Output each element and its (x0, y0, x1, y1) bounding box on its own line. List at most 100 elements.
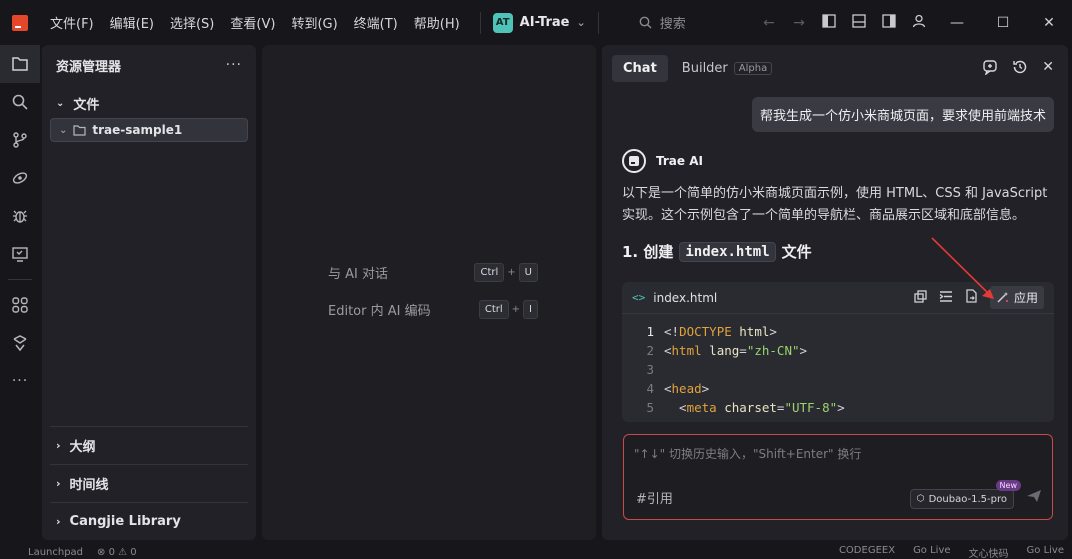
menu-item-3[interactable]: 查看(V) (222, 13, 283, 32)
folder-icon (73, 125, 86, 136)
more-icon[interactable]: ··· (0, 362, 40, 400)
remote-explorer-icon[interactable] (0, 235, 40, 273)
menu-item-6[interactable]: 帮助(H) (406, 13, 468, 32)
hint-ai-chat: 与 AI 对话 Ctrl + U (328, 263, 538, 282)
alpha-badge: Alpha (733, 62, 773, 75)
code-token: html (739, 324, 770, 339)
chevron-right-icon: › (56, 515, 61, 528)
code-content: 1 <!DOCTYPE html> 2 <html lang="zh-CN"> 3 4 <h… (622, 314, 1054, 417)
close-icon[interactable]: ✕ (1042, 59, 1054, 79)
status-codegeex[interactable]: CODEGEEX (839, 545, 895, 559)
chat-input-box: #引用 ⬡ Doubao-1.5-pro New (623, 434, 1053, 520)
forward-arrow-icon[interactable]: → (784, 15, 814, 31)
model-selector[interactable]: ⬡ Doubao-1.5-pro New (909, 480, 1021, 509)
ai-name: Trae AI (656, 154, 703, 168)
code-line: 1 <!DOCTYPE html> (634, 322, 1054, 341)
code-token: meta (686, 400, 717, 415)
source-control-icon[interactable] (0, 121, 40, 159)
user-message-bubble: 帮我生成一个仿小米商城页面，要求使用前端技术 (751, 97, 1054, 132)
code-token: lang (709, 343, 740, 358)
minimize-icon[interactable]: — (934, 15, 980, 31)
code-line: 5 <meta charset="UTF-8"> (634, 398, 1054, 417)
status-go-live[interactable]: Go Live (913, 545, 950, 559)
timeline-section-header[interactable]: › 时间线 (50, 464, 248, 502)
menu-item-5[interactable]: 终端(T) (346, 13, 406, 32)
toggle-sidebar-icon[interactable] (814, 13, 844, 32)
apply-button[interactable]: 应用 (989, 286, 1044, 309)
send-icon[interactable] (1026, 489, 1042, 507)
project-badge: AT (492, 12, 513, 33)
cube-icon: ⬡ (916, 494, 925, 504)
maximize-icon[interactable]: ☐ (980, 15, 1026, 31)
explorer-more-button[interactable]: ··· (226, 57, 242, 73)
explorer-icon[interactable] (0, 45, 40, 83)
line-number: 1 (646, 324, 654, 339)
explorer-title: 资源管理器 (56, 59, 122, 75)
remote-icon[interactable] (0, 159, 40, 197)
ai-step-heading: 1. 创建 index.html 文件 (622, 241, 812, 262)
menu-item-2[interactable]: 选择(S) (162, 13, 222, 32)
status-problems[interactable]: ⊗ 0 ⚠ 0 (97, 547, 137, 558)
code-line: 3 (634, 360, 1054, 379)
insert-terminal-icon[interactable] (939, 290, 953, 306)
search-icon[interactable] (0, 83, 40, 121)
account-icon[interactable] (904, 14, 934, 32)
editor-empty-state: 与 AI 对话 Ctrl + U Editor 内 AI 编码 Ctrl + I (262, 45, 596, 540)
copy-icon[interactable] (914, 289, 927, 306)
search-icon (639, 16, 652, 29)
back-arrow-icon[interactable]: ← (754, 15, 784, 31)
tree-folder-trae-sample1[interactable]: ⌄ trae-sample1 (50, 118, 248, 142)
close-window-icon[interactable]: ✕ (1026, 15, 1072, 31)
new-badge: New (995, 480, 1021, 491)
trae-ai-avatar (622, 149, 646, 173)
code-token: > (837, 400, 845, 415)
status-comate[interactable]: 文心快码 (969, 545, 1009, 559)
menu-item-1[interactable]: 编辑(E) (102, 13, 162, 32)
reference-button[interactable]: #引用 (636, 488, 673, 507)
tab-builder[interactable]: Builder Alpha (678, 55, 776, 82)
cangjie-icon[interactable] (0, 324, 40, 362)
insert-file-icon[interactable] (965, 289, 978, 306)
code-token: "zh-CN" (746, 343, 800, 358)
code-token: < (664, 381, 672, 396)
history-icon[interactable] (1012, 59, 1028, 79)
code-token: > (799, 343, 808, 358)
project-switcher[interactable]: AT AI-Trae ⌄ (492, 12, 586, 33)
project-name: AI-Trae (519, 15, 570, 30)
line-number: 5 (646, 400, 654, 415)
code-token: html (671, 343, 702, 358)
line-number: 2 (646, 343, 654, 358)
code-line: 4 <head> (634, 379, 1054, 398)
line-number: 4 (646, 381, 654, 396)
command-search[interactable]: 搜索 (639, 13, 759, 32)
debug-icon[interactable] (0, 197, 40, 235)
new-chat-icon[interactable] (982, 59, 998, 79)
status-launchpad[interactable]: Launchpad (28, 547, 83, 558)
toggle-panel-icon[interactable] (844, 13, 874, 32)
title-bar: 文件(F) 编辑(E) 选择(S) 查看(V) 转到(G) 终端(T) 帮助(H) AT A… (0, 0, 1072, 45)
chevron-down-icon: ⌄ (59, 124, 68, 136)
code-line: 2 <html lang="zh-CN"> (634, 341, 1054, 360)
menu-item-4[interactable]: 转到(G) (283, 13, 345, 32)
chevron-right-icon: › (56, 439, 61, 452)
toggle-secondary-sidebar-icon[interactable] (874, 13, 904, 32)
code-token: = (739, 343, 747, 358)
code-token: head (671, 381, 702, 396)
ai-chat-panel: Chat Builder Alpha ✕ 帮我生成一个仿小米商城页面，要求使用前… (602, 45, 1068, 540)
chevron-right-icon: › (56, 477, 61, 490)
outline-section-header[interactable]: › 大纲 (50, 426, 248, 464)
hint-inline-ai: Editor 内 AI 编码 Ctrl + I (328, 300, 538, 319)
tab-chat[interactable]: Chat (612, 55, 668, 82)
menu-item-0[interactable]: 文件(F) (42, 13, 102, 32)
explorer-panel: 资源管理器 ··· ⌄ 文件 ⌄ trae-sample1 › 大纲 › 时间线… (42, 45, 256, 540)
menu-bar: 文件(F) 编辑(E) 选择(S) 查看(V) 转到(G) 终端(T) 帮助(H) (42, 13, 468, 32)
ai-intro-text: 以下是一个简单的仿小米商城页面示例，使用 HTML、CSS 和 JavaScri… (622, 186, 1048, 223)
status-go-live-2[interactable]: Go Live (1027, 545, 1064, 559)
cangjie-library-section-header[interactable]: › Cangjie Library (50, 502, 248, 540)
extensions-icon[interactable] (0, 286, 40, 324)
chat-input[interactable] (634, 445, 1034, 475)
files-section-header[interactable]: ⌄ 文件 (42, 88, 256, 118)
code-token: < (664, 343, 672, 358)
activity-bar: ··· (0, 45, 40, 545)
code-token: DOCTYPE (679, 324, 732, 339)
